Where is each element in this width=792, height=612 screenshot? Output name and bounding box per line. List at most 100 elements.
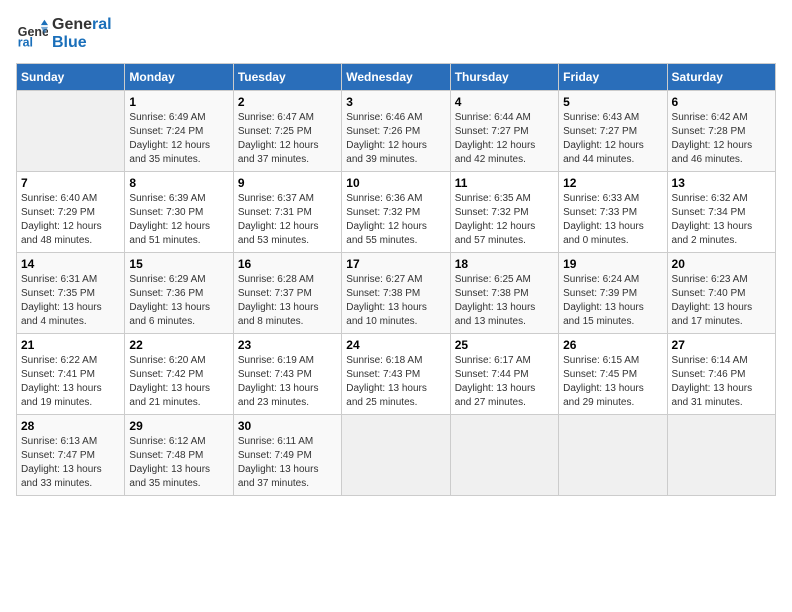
day-number: 29 <box>129 419 228 433</box>
calendar-cell: 23 Sunrise: 6:19 AMSunset: 7:43 PMDayligh… <box>233 334 341 415</box>
calendar-cell: 24 Sunrise: 6:18 AMSunset: 7:43 PMDayligh… <box>342 334 450 415</box>
day-info: Sunrise: 6:11 AMSunset: 7:49 PMDaylight:… <box>238 435 337 491</box>
day-info: Sunrise: 6:32 AMSunset: 7:34 PMDaylight:… <box>672 192 771 248</box>
calendar-cell: 25 Sunrise: 6:17 AMSunset: 7:44 PMDayligh… <box>450 334 558 415</box>
calendar-cell: 8 Sunrise: 6:39 AMSunset: 7:30 PMDaylight… <box>125 172 233 253</box>
calendar-cell: 22 Sunrise: 6:20 AMSunset: 7:42 PMDayligh… <box>125 334 233 415</box>
day-info: Sunrise: 6:44 AMSunset: 7:27 PMDaylight:… <box>455 111 554 167</box>
day-number: 6 <box>672 95 771 109</box>
calendar-cell: 10 Sunrise: 6:36 AMSunset: 7:32 PMDayligh… <box>342 172 450 253</box>
day-number: 8 <box>129 176 228 190</box>
day-number: 3 <box>346 95 445 109</box>
calendar-cell <box>450 415 558 496</box>
logo: Gene ral General Blue <box>16 16 112 51</box>
calendar-cell: 11 Sunrise: 6:35 AMSunset: 7:32 PMDayligh… <box>450 172 558 253</box>
calendar-week-row: 1Sunrise: 6:49 AMSunset: 7:24 PMDaylight… <box>17 91 776 172</box>
day-number: 27 <box>672 338 771 352</box>
day-info: Sunrise: 6:49 AMSunset: 7:24 PMDaylight:… <box>129 111 228 167</box>
day-number: 10 <box>346 176 445 190</box>
calendar-week-row: 7Sunrise: 6:40 AMSunset: 7:29 PMDaylight… <box>17 172 776 253</box>
calendar-cell: 29 Sunrise: 6:12 AMSunset: 7:48 PMDayligh… <box>125 415 233 496</box>
calendar-cell: 21 Sunrise: 6:22 AMSunset: 7:41 PMDayligh… <box>17 334 125 415</box>
day-number: 15 <box>129 257 228 271</box>
day-number: 5 <box>563 95 662 109</box>
day-number: 19 <box>563 257 662 271</box>
calendar-cell: 28 Sunrise: 6:13 AMSunset: 7:47 PMDayligh… <box>17 415 125 496</box>
day-number: 24 <box>346 338 445 352</box>
day-info: Sunrise: 6:36 AMSunset: 7:32 PMDaylight:… <box>346 192 445 248</box>
calendar-cell: 4 Sunrise: 6:44 AMSunset: 7:27 PMDaylight… <box>450 91 558 172</box>
calendar-cell: 12 Sunrise: 6:33 AMSunset: 7:33 PMDayligh… <box>559 172 667 253</box>
day-info: Sunrise: 6:13 AMSunset: 7:47 PMDaylight:… <box>21 435 120 491</box>
calendar-table: SundayMondayTuesdayWednesdayThursdayFrid… <box>16 63 776 496</box>
col-header-friday: Friday <box>559 64 667 91</box>
calendar-cell: 9 Sunrise: 6:37 AMSunset: 7:31 PMDaylight… <box>233 172 341 253</box>
col-header-thursday: Thursday <box>450 64 558 91</box>
day-number: 21 <box>21 338 120 352</box>
calendar-cell: 19 Sunrise: 6:24 AMSunset: 7:39 PMDayligh… <box>559 253 667 334</box>
day-number: 9 <box>238 176 337 190</box>
day-info: Sunrise: 6:19 AMSunset: 7:43 PMDaylight:… <box>238 354 337 410</box>
day-number: 4 <box>455 95 554 109</box>
day-info: Sunrise: 6:47 AMSunset: 7:25 PMDaylight:… <box>238 111 337 167</box>
calendar-cell: 2 Sunrise: 6:47 AMSunset: 7:25 PMDaylight… <box>233 91 341 172</box>
day-info: Sunrise: 6:24 AMSunset: 7:39 PMDaylight:… <box>563 273 662 329</box>
day-number: 14 <box>21 257 120 271</box>
calendar-cell: 13 Sunrise: 6:32 AMSunset: 7:34 PMDayligh… <box>667 172 775 253</box>
day-info: Sunrise: 6:35 AMSunset: 7:32 PMDaylight:… <box>455 192 554 248</box>
day-number: 12 <box>563 176 662 190</box>
col-header-saturday: Saturday <box>667 64 775 91</box>
page-header: Gene ral General Blue <box>16 16 776 51</box>
day-number: 23 <box>238 338 337 352</box>
logo-text-line2: Blue <box>52 34 112 52</box>
calendar-cell: 17 Sunrise: 6:27 AMSunset: 7:38 PMDayligh… <box>342 253 450 334</box>
calendar-cell <box>17 91 125 172</box>
day-info: Sunrise: 6:22 AMSunset: 7:41 PMDaylight:… <box>21 354 120 410</box>
day-info: Sunrise: 6:12 AMSunset: 7:48 PMDaylight:… <box>129 435 228 491</box>
calendar-header-row: SundayMondayTuesdayWednesdayThursdayFrid… <box>17 64 776 91</box>
col-header-tuesday: Tuesday <box>233 64 341 91</box>
day-info: Sunrise: 6:20 AMSunset: 7:42 PMDaylight:… <box>129 354 228 410</box>
svg-text:ral: ral <box>18 35 33 49</box>
logo-icon: Gene ral <box>16 18 48 50</box>
calendar-week-row: 28 Sunrise: 6:13 AMSunset: 7:47 PMDayligh… <box>17 415 776 496</box>
calendar-body: 1Sunrise: 6:49 AMSunset: 7:24 PMDaylight… <box>17 91 776 496</box>
calendar-cell: 27Sunrise: 6:14 AMSunset: 7:46 PMDayligh… <box>667 334 775 415</box>
calendar-cell: 30Sunrise: 6:11 AMSunset: 7:49 PMDayligh… <box>233 415 341 496</box>
calendar-cell <box>342 415 450 496</box>
day-info: Sunrise: 6:18 AMSunset: 7:43 PMDaylight:… <box>346 354 445 410</box>
day-info: Sunrise: 6:33 AMSunset: 7:33 PMDaylight:… <box>563 192 662 248</box>
day-number: 25 <box>455 338 554 352</box>
calendar-cell: 3 Sunrise: 6:46 AMSunset: 7:26 PMDaylight… <box>342 91 450 172</box>
day-number: 13 <box>672 176 771 190</box>
day-info: Sunrise: 6:46 AMSunset: 7:26 PMDaylight:… <box>346 111 445 167</box>
day-info: Sunrise: 6:31 AMSunset: 7:35 PMDaylight:… <box>21 273 120 329</box>
calendar-cell: 14 Sunrise: 6:31 AMSunset: 7:35 PMDayligh… <box>17 253 125 334</box>
calendar-cell <box>667 415 775 496</box>
day-info: Sunrise: 6:37 AMSunset: 7:31 PMDaylight:… <box>238 192 337 248</box>
day-info: Sunrise: 6:15 AMSunset: 7:45 PMDaylight:… <box>563 354 662 410</box>
day-info: Sunrise: 6:28 AMSunset: 7:37 PMDaylight:… <box>238 273 337 329</box>
calendar-week-row: 21 Sunrise: 6:22 AMSunset: 7:41 PMDayligh… <box>17 334 776 415</box>
calendar-cell: 18Sunrise: 6:25 AMSunset: 7:38 PMDayligh… <box>450 253 558 334</box>
col-header-wednesday: Wednesday <box>342 64 450 91</box>
logo-text-line1: General <box>52 16 112 34</box>
calendar-week-row: 14 Sunrise: 6:31 AMSunset: 7:35 PMDayligh… <box>17 253 776 334</box>
day-info: Sunrise: 6:42 AMSunset: 7:28 PMDaylight:… <box>672 111 771 167</box>
day-info: Sunrise: 6:29 AMSunset: 7:36 PMDaylight:… <box>129 273 228 329</box>
day-number: 22 <box>129 338 228 352</box>
day-info: Sunrise: 6:23 AMSunset: 7:40 PMDaylight:… <box>672 273 771 329</box>
day-number: 28 <box>21 419 120 433</box>
day-number: 26 <box>563 338 662 352</box>
day-info: Sunrise: 6:17 AMSunset: 7:44 PMDaylight:… <box>455 354 554 410</box>
col-header-sunday: Sunday <box>17 64 125 91</box>
day-number: 2 <box>238 95 337 109</box>
calendar-cell: 1Sunrise: 6:49 AMSunset: 7:24 PMDaylight… <box>125 91 233 172</box>
day-number: 11 <box>455 176 554 190</box>
day-number: 17 <box>346 257 445 271</box>
calendar-cell: 6 Sunrise: 6:42 AMSunset: 7:28 PMDaylight… <box>667 91 775 172</box>
calendar-cell: 16Sunrise: 6:28 AMSunset: 7:37 PMDayligh… <box>233 253 341 334</box>
day-info: Sunrise: 6:27 AMSunset: 7:38 PMDaylight:… <box>346 273 445 329</box>
calendar-cell: 7Sunrise: 6:40 AMSunset: 7:29 PMDaylight… <box>17 172 125 253</box>
day-info: Sunrise: 6:39 AMSunset: 7:30 PMDaylight:… <box>129 192 228 248</box>
